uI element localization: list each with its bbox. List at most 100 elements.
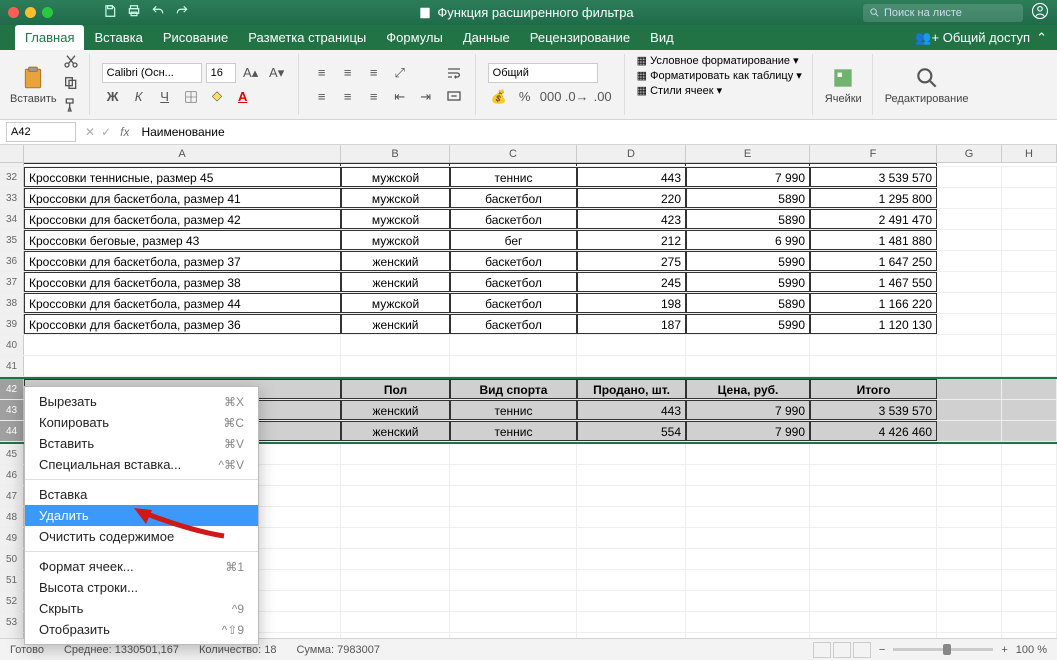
cell[interactable]	[810, 549, 937, 569]
row-header[interactable]: 34	[0, 209, 24, 229]
cell[interactable]	[341, 356, 450, 376]
cell[interactable]: 5990	[686, 272, 810, 292]
cell[interactable]: 554	[577, 421, 686, 441]
minimize-window-button[interactable]	[25, 7, 36, 18]
row-header[interactable]: 45	[0, 444, 24, 464]
cell[interactable]: 275	[577, 251, 686, 271]
cell[interactable]: Цена, руб.	[686, 379, 810, 399]
cell[interactable]: Кроссовки беговые, размер 43	[24, 230, 341, 250]
cell[interactable]	[937, 356, 1002, 376]
cell[interactable]	[341, 528, 450, 548]
cell[interactable]: 1 481 880	[810, 230, 937, 250]
font-color-icon[interactable]: A	[232, 87, 254, 107]
row-header[interactable]: 43	[0, 400, 24, 420]
tab-home[interactable]: Главная	[15, 25, 84, 50]
align-right-icon[interactable]: ≡	[363, 87, 385, 107]
cell[interactable]	[937, 444, 1002, 464]
cell[interactable]: 5890	[686, 209, 810, 229]
cell[interactable]: теннис	[450, 421, 577, 441]
tab-draw[interactable]: Рисование	[153, 25, 238, 50]
cells-button[interactable]: Ячейки	[825, 65, 862, 105]
cell[interactable]	[810, 591, 937, 611]
select-all-corner[interactable]	[0, 145, 24, 162]
cell[interactable]	[450, 356, 577, 376]
tab-view[interactable]: Вид	[640, 25, 684, 50]
cell-styles-button[interactable]: ▦ Стили ячеек ▾	[637, 84, 723, 97]
decrease-indent-icon[interactable]: ⇤	[389, 87, 411, 107]
cell[interactable]	[450, 486, 577, 506]
cell[interactable]	[686, 486, 810, 506]
cell[interactable]: 220	[577, 188, 686, 208]
cell[interactable]: 1 166 220	[810, 293, 937, 313]
row-header[interactable]: 53	[0, 612, 24, 632]
cell[interactable]	[810, 356, 937, 376]
row-header[interactable]: 50	[0, 549, 24, 569]
cell[interactable]: баскетбол	[450, 209, 577, 229]
cell[interactable]	[937, 209, 1002, 229]
cell[interactable]	[577, 444, 686, 464]
cell[interactable]: Кроссовки для баскетбола, размер 41	[24, 188, 341, 208]
cell[interactable]	[1002, 444, 1057, 464]
cell[interactable]: 423	[577, 209, 686, 229]
name-box[interactable]: A42	[6, 122, 76, 142]
align-center-icon[interactable]: ≡	[337, 87, 359, 107]
cell[interactable]	[450, 612, 577, 632]
cell[interactable]: мужской	[341, 167, 450, 187]
cell[interactable]: 443	[577, 167, 686, 187]
user-account-icon[interactable]	[1031, 2, 1049, 23]
cell[interactable]: Вид спорта	[450, 379, 577, 399]
font-size-combo[interactable]: 16	[206, 63, 236, 83]
tab-data[interactable]: Данные	[453, 25, 520, 50]
tab-insert[interactable]: Вставка	[84, 25, 152, 50]
row-header[interactable]: 52	[0, 591, 24, 611]
close-window-button[interactable]	[8, 7, 19, 18]
cell[interactable]	[1002, 400, 1057, 420]
cell[interactable]: женский	[341, 314, 450, 334]
context-menu-item[interactable]: Скрыть^9	[25, 598, 258, 619]
cell[interactable]	[937, 591, 1002, 611]
cell[interactable]: 1 295 800	[810, 188, 937, 208]
cell[interactable]	[1002, 335, 1057, 355]
cell[interactable]: теннис	[450, 167, 577, 187]
cell[interactable]: 7 990	[686, 421, 810, 441]
cell[interactable]	[937, 379, 1002, 399]
cell[interactable]	[810, 444, 937, 464]
cell[interactable]	[937, 507, 1002, 527]
context-menu-item[interactable]: Отобразить^⇧9	[25, 619, 258, 640]
conditional-formatting-button[interactable]: ▦ Условное форматирование ▾	[637, 54, 799, 67]
cell[interactable]	[577, 335, 686, 355]
confirm-formula-icon[interactable]: ✓	[101, 125, 111, 139]
align-middle-icon[interactable]: ≡	[337, 63, 359, 83]
cell[interactable]	[937, 465, 1002, 485]
align-top-icon[interactable]: ≡	[311, 63, 333, 83]
formula-input[interactable]: Наименование	[135, 125, 1057, 139]
cell[interactable]: Кроссовки для баскетбола, размер 36	[24, 314, 341, 334]
context-menu-item[interactable]: Вставить⌘V	[25, 433, 258, 454]
context-menu-item[interactable]: Специальная вставка...^⌘V	[25, 454, 258, 475]
cell[interactable]	[686, 465, 810, 485]
cell[interactable]	[577, 612, 686, 632]
cell[interactable]	[686, 591, 810, 611]
row-header[interactable]: 47	[0, 486, 24, 506]
cell[interactable]: теннис	[450, 400, 577, 420]
undo-icon[interactable]	[151, 4, 165, 21]
increase-indent-icon[interactable]: ⇥	[415, 87, 437, 107]
row-header[interactable]: 51	[0, 570, 24, 590]
row-header[interactable]: 38	[0, 293, 24, 313]
row-header[interactable]: 44	[0, 421, 24, 441]
cell[interactable]: 5990	[686, 251, 810, 271]
context-menu-item[interactable]: Формат ячеек...⌘1	[25, 556, 258, 577]
cell[interactable]	[341, 612, 450, 632]
cell[interactable]	[1002, 549, 1057, 569]
cell[interactable]: 5990	[686, 314, 810, 334]
cell[interactable]	[450, 549, 577, 569]
cell[interactable]	[577, 570, 686, 590]
format-as-table-button[interactable]: ▦ Форматировать как таблицу ▾	[637, 69, 802, 82]
cell[interactable]	[686, 507, 810, 527]
cell[interactable]	[686, 444, 810, 464]
cell[interactable]	[341, 507, 450, 527]
cell[interactable]	[450, 591, 577, 611]
cell[interactable]	[577, 356, 686, 376]
cell[interactable]	[937, 188, 1002, 208]
cell[interactable]: 1 120 130	[810, 314, 937, 334]
